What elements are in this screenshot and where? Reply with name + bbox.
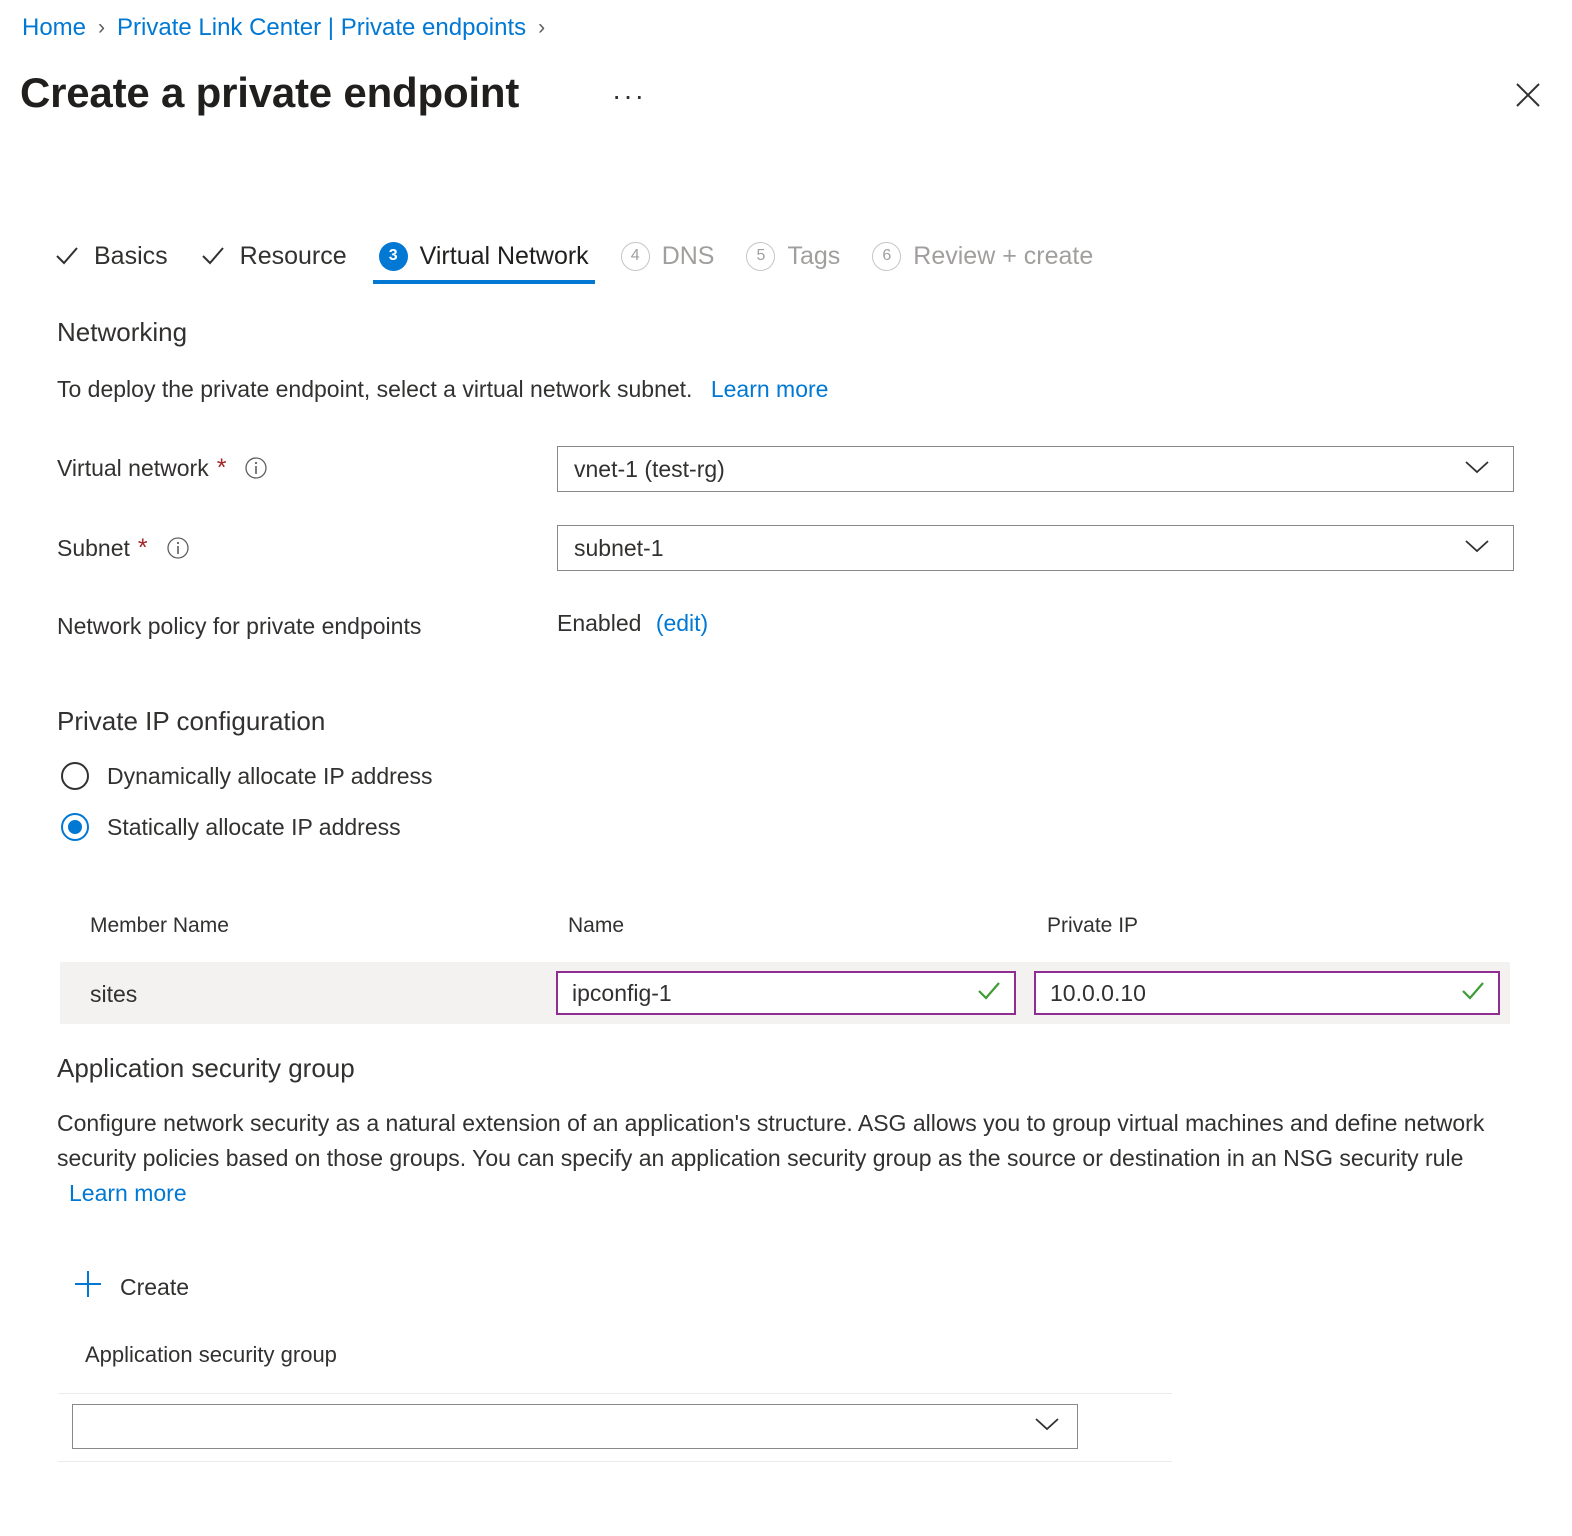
checkmark-icon xyxy=(976,980,1002,1007)
tab-virtual-network[interactable]: 3 Virtual Network xyxy=(369,228,599,284)
asg-description-text: Configure network security as a natural … xyxy=(57,1110,1484,1171)
tab-label: Tags xyxy=(787,241,840,271)
divider-bottom xyxy=(58,1461,1172,1462)
create-asg-button[interactable]: Create xyxy=(72,1268,189,1305)
page-title: Create a private endpoint xyxy=(20,63,519,123)
breadcrumb-item-private-link-center[interactable]: Private Link Center | Private endpoints xyxy=(117,12,526,44)
tab-label: Review + create xyxy=(913,241,1093,271)
private-ip-value: 10.0.0.10 xyxy=(1050,979,1460,1007)
radio-label: Statically allocate IP address xyxy=(107,813,401,841)
radio-statically-allocate[interactable]: Statically allocate IP address xyxy=(61,813,401,841)
radio-selected-dot xyxy=(68,820,82,834)
network-policy-value: Enabled xyxy=(557,610,641,636)
table-header-name: Name xyxy=(568,913,624,939)
plus-icon xyxy=(72,1268,104,1305)
private-ip-input[interactable]: 10.0.0.10 xyxy=(1034,971,1500,1015)
chevron-down-icon xyxy=(1463,458,1491,481)
check-icon xyxy=(200,243,226,269)
tab-label: Virtual Network xyxy=(420,241,589,271)
tab-review-create[interactable]: 6 Review + create xyxy=(862,228,1103,284)
network-policy-edit-link[interactable]: (edit) xyxy=(656,610,708,636)
check-icon xyxy=(54,243,80,269)
tab-basics[interactable]: Basics xyxy=(44,228,178,284)
required-marker: * xyxy=(138,538,148,558)
info-icon xyxy=(166,536,190,560)
close-button[interactable] xyxy=(1506,73,1550,117)
radio-button xyxy=(61,813,89,841)
tab-label: DNS xyxy=(662,241,715,271)
breadcrumb-separator-icon: › xyxy=(98,12,105,44)
table-header-member-name: Member Name xyxy=(90,913,229,939)
radio-dynamically-allocate[interactable]: Dynamically allocate IP address xyxy=(61,762,433,790)
breadcrumb-separator-icon: › xyxy=(538,12,545,44)
required-marker: * xyxy=(217,458,227,478)
cell-member-name: sites xyxy=(90,980,137,1008)
ipconfig-name-value: ipconfig-1 xyxy=(572,979,976,1007)
application-security-group-heading: Application security group xyxy=(57,1052,355,1084)
breadcrumb: Home › Private Link Center | Private end… xyxy=(22,12,557,44)
tab-resource[interactable]: Resource xyxy=(190,228,357,284)
subnet-label: Subnet * xyxy=(57,533,190,563)
private-ip-configuration-heading: Private IP configuration xyxy=(57,705,325,737)
radio-button xyxy=(61,762,89,790)
tab-step-number: 4 xyxy=(621,242,650,271)
tab-step-number: 6 xyxy=(872,242,901,271)
tab-tags[interactable]: 5 Tags xyxy=(736,228,850,284)
networking-description: To deploy the private endpoint, select a… xyxy=(57,372,1057,406)
create-asg-label: Create xyxy=(120,1273,189,1301)
checkmark-icon xyxy=(1460,980,1486,1007)
tab-label: Resource xyxy=(240,241,347,271)
network-policy-label-text: Network policy for private endpoints xyxy=(57,611,421,641)
virtual-network-label: Virtual network * xyxy=(57,453,268,483)
asg-dropdown[interactable] xyxy=(72,1404,1078,1449)
tab-label: Basics xyxy=(94,241,168,271)
ipconfig-name-input[interactable]: ipconfig-1 xyxy=(556,971,1016,1015)
virtual-network-value: vnet-1 (test-rg) xyxy=(574,455,1463,483)
more-options-button[interactable]: ··· xyxy=(612,78,646,114)
networking-learn-more-link[interactable]: Learn more xyxy=(711,376,829,402)
table-header-private-ip: Private IP xyxy=(1047,913,1138,939)
networking-description-text: To deploy the private endpoint, select a… xyxy=(57,376,692,402)
tab-step-number: 3 xyxy=(379,242,408,271)
subnet-dropdown[interactable]: subnet-1 xyxy=(557,525,1514,571)
networking-heading: Networking xyxy=(57,316,187,348)
network-policy-label: Network policy for private endpoints xyxy=(57,611,421,641)
network-policy-value-group: Enabled (edit) xyxy=(557,606,708,640)
info-icon xyxy=(244,456,268,480)
radio-label: Dynamically allocate IP address xyxy=(107,762,433,790)
divider-top xyxy=(58,1393,1172,1394)
tab-dns[interactable]: 4 DNS xyxy=(611,228,725,284)
virtual-network-info-button[interactable] xyxy=(244,456,268,480)
breadcrumb-item-home[interactable]: Home xyxy=(22,12,86,44)
wizard-tablist: Basics Resource 3 Virtual Network 4 DNS … xyxy=(44,228,1115,290)
asg-field-label: Application security group xyxy=(85,1341,337,1369)
chevron-down-icon xyxy=(1463,537,1491,560)
tab-step-number: 5 xyxy=(746,242,775,271)
chevron-down-icon xyxy=(1033,1415,1061,1438)
virtual-network-dropdown[interactable]: vnet-1 (test-rg) xyxy=(557,446,1514,492)
virtual-network-label-text: Virtual network xyxy=(57,453,209,483)
close-icon xyxy=(1513,80,1543,110)
asg-learn-more-link[interactable]: Learn more xyxy=(69,1180,187,1206)
subnet-value: subnet-1 xyxy=(574,534,1463,562)
subnet-label-text: Subnet xyxy=(57,533,130,563)
subnet-info-button[interactable] xyxy=(166,536,190,560)
application-security-group-description: Configure network security as a natural … xyxy=(57,1106,1497,1211)
